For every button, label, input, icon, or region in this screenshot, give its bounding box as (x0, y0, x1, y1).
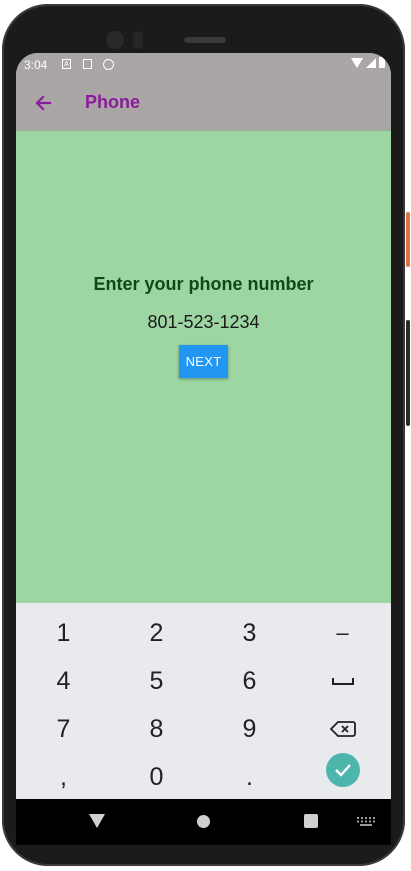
arrow-back-icon (35, 95, 52, 111)
front-sensor (133, 31, 143, 49)
key-space[interactable] (296, 657, 389, 705)
status-time: 3:04 (24, 58, 48, 72)
front-camera (106, 31, 124, 49)
checkmark-icon (334, 764, 351, 777)
key-3[interactable]: 3 (203, 609, 296, 657)
back-button[interactable] (30, 89, 58, 117)
keyboard-switch-icon[interactable] (357, 817, 375, 826)
numeric-keyboard: 1 2 3 – 4 5 6 7 8 9 , 0 . (16, 603, 391, 799)
app-bar: Phone (16, 77, 391, 132)
key-9[interactable]: 9 (203, 705, 296, 753)
sd-card-icon (83, 59, 92, 69)
page-title: Phone (85, 92, 141, 112)
key-4[interactable]: 4 (17, 657, 110, 705)
earpiece-speaker (184, 37, 226, 43)
system-nav-bar (16, 799, 391, 845)
status-indicators (351, 57, 385, 68)
key-2[interactable]: 2 (110, 609, 203, 657)
nav-back-icon[interactable] (89, 814, 105, 828)
power-button[interactable] (406, 212, 410, 267)
key-6[interactable]: 6 (203, 657, 296, 705)
key-5[interactable]: 5 (110, 657, 203, 705)
main-content: Enter your phone number 801-523-1234 NEX… (16, 129, 391, 603)
key-done[interactable] (296, 746, 389, 794)
phone-prompt: Enter your phone number (93, 274, 314, 294)
key-minus[interactable]: – (296, 609, 389, 657)
wifi-icon (351, 57, 363, 68)
nav-recents-icon[interactable] (304, 814, 318, 828)
sync-icon (103, 59, 114, 70)
key-period[interactable]: . (203, 753, 296, 799)
space-icon (331, 678, 354, 685)
phone-number-field[interactable]: 801-523-1234 (16, 312, 391, 333)
done-button[interactable] (325, 753, 360, 787)
status-bar: 3:04 A (16, 53, 391, 77)
volume-button[interactable] (406, 320, 410, 426)
nav-home-icon[interactable] (197, 815, 210, 828)
key-comma[interactable]: , (17, 753, 110, 799)
backspace-icon (329, 721, 356, 737)
key-1[interactable]: 1 (17, 609, 110, 657)
key-7[interactable]: 7 (17, 705, 110, 753)
key-0[interactable]: 0 (110, 753, 203, 799)
signal-icon (366, 57, 376, 68)
battery-icon (379, 57, 385, 68)
notification-a-icon: A (62, 59, 71, 69)
key-8[interactable]: 8 (110, 705, 203, 753)
next-button[interactable]: NEXT (179, 345, 228, 378)
screen: 3:04 A Phone Enter your phone number 801… (16, 53, 391, 799)
